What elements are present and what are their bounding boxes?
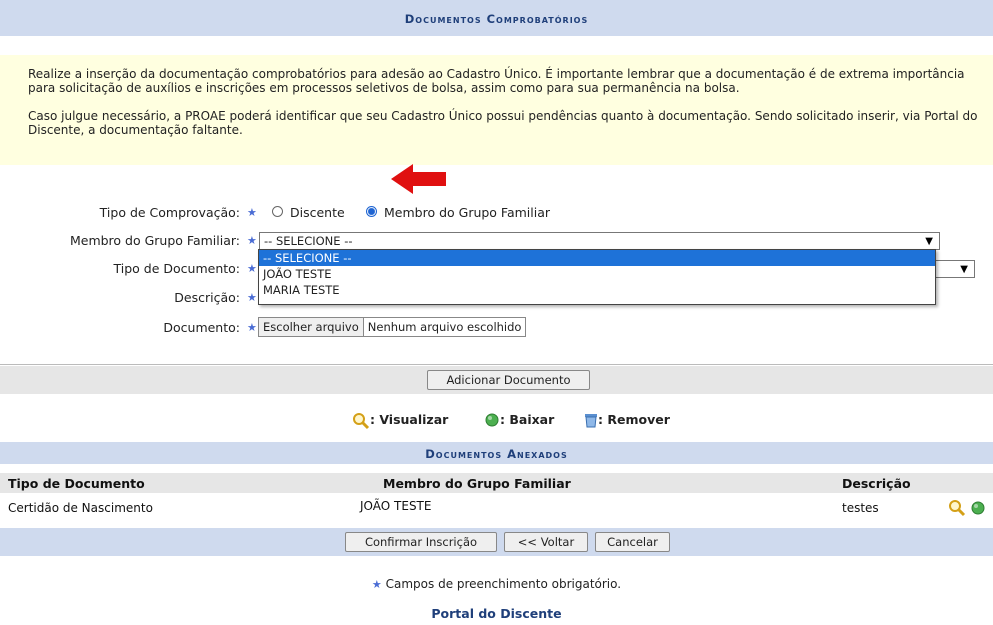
divider bbox=[0, 364, 993, 365]
radio-membro-label: Membro do Grupo Familiar bbox=[384, 205, 551, 220]
cell-tipo: Certidão de Nascimento bbox=[8, 501, 153, 515]
required-star-icon: ★ bbox=[247, 262, 257, 275]
membro-label: Membro do Grupo Familiar: bbox=[69, 233, 240, 248]
tipo-documento-label: Tipo de Documento: bbox=[113, 261, 241, 276]
descricao-label: Descrição: bbox=[174, 290, 240, 305]
magnifier-icon bbox=[352, 412, 370, 430]
download-icon bbox=[484, 412, 500, 428]
radio-discente[interactable] bbox=[272, 206, 283, 217]
legend-visualizar: : Visualizar bbox=[370, 412, 449, 427]
dropdown-option[interactable]: MARIA TESTE bbox=[259, 282, 935, 298]
required-note: ★ Campos de preenchimento obrigatório. bbox=[371, 577, 622, 591]
tipo-comprovacao-label: Tipo de Comprovação: bbox=[99, 205, 240, 220]
radio-discente-label: Discente bbox=[290, 205, 345, 220]
dropdown-option[interactable]: JOÃO TESTE bbox=[259, 266, 935, 282]
required-star-icon: ★ bbox=[247, 291, 257, 304]
download-document-icon[interactable] bbox=[970, 500, 986, 516]
red-arrow-icon bbox=[391, 162, 447, 196]
portal-discente-link[interactable]: Portal do Discente bbox=[0, 606, 993, 621]
notice-paragraph-1: Realize a inserção da documentação compr… bbox=[28, 67, 965, 95]
trash-icon bbox=[583, 411, 599, 429]
confirm-button[interactable]: Confirmar Inscrição bbox=[345, 532, 497, 552]
cancel-button[interactable]: Cancelar bbox=[595, 532, 670, 552]
page-title: Documentos Comprobatórios bbox=[404, 12, 589, 26]
column-header-membro: Membro do Grupo Familiar bbox=[383, 476, 571, 491]
required-star-icon: ★ bbox=[247, 234, 257, 247]
membro-select[interactable]: -- SELECIONE -- ▼ bbox=[259, 232, 940, 250]
dropdown-option[interactable]: -- SELECIONE -- bbox=[259, 250, 935, 266]
chevron-down-icon: ▼ bbox=[925, 236, 933, 247]
required-star-icon: ★ bbox=[371, 578, 382, 591]
file-input[interactable]: Escolher arquivo Nenhum arquivo escolhid… bbox=[258, 317, 527, 337]
legend-baixar: : Baixar bbox=[500, 412, 555, 427]
legend-bar: : Visualizar : Baixar : Remover bbox=[0, 408, 993, 434]
column-header-descricao: Descrição bbox=[842, 476, 911, 491]
cell-membro: JOÃO TESTE bbox=[360, 499, 432, 513]
notice-paragraph-2: Caso julgue necessário, a PROAE poderá i… bbox=[28, 109, 978, 137]
membro-dropdown-list: -- SELECIONE -- JOÃO TESTE MARIA TESTE bbox=[258, 249, 936, 305]
choose-file-button[interactable]: Escolher arquivo bbox=[259, 318, 364, 336]
required-star-icon: ★ bbox=[247, 206, 257, 219]
notice-box: Realize a inserção da documentação compr… bbox=[0, 55, 993, 165]
cell-descricao: testes bbox=[842, 501, 879, 515]
radio-membro-familiar[interactable] bbox=[366, 206, 377, 217]
back-button[interactable]: << Voltar bbox=[504, 532, 588, 552]
required-star-icon: ★ bbox=[247, 321, 257, 334]
view-document-icon[interactable] bbox=[948, 499, 966, 517]
add-document-button[interactable]: Adicionar Documento bbox=[427, 370, 590, 390]
chevron-down-icon: ▼ bbox=[960, 264, 968, 275]
no-file-text: Nenhum arquivo escolhido bbox=[367, 320, 522, 334]
legend-remover: : Remover bbox=[598, 412, 670, 427]
documento-label: Documento: bbox=[163, 320, 240, 335]
attached-title: Documentos Anexados bbox=[425, 447, 568, 461]
column-header-tipo: Tipo de Documento bbox=[8, 476, 145, 491]
